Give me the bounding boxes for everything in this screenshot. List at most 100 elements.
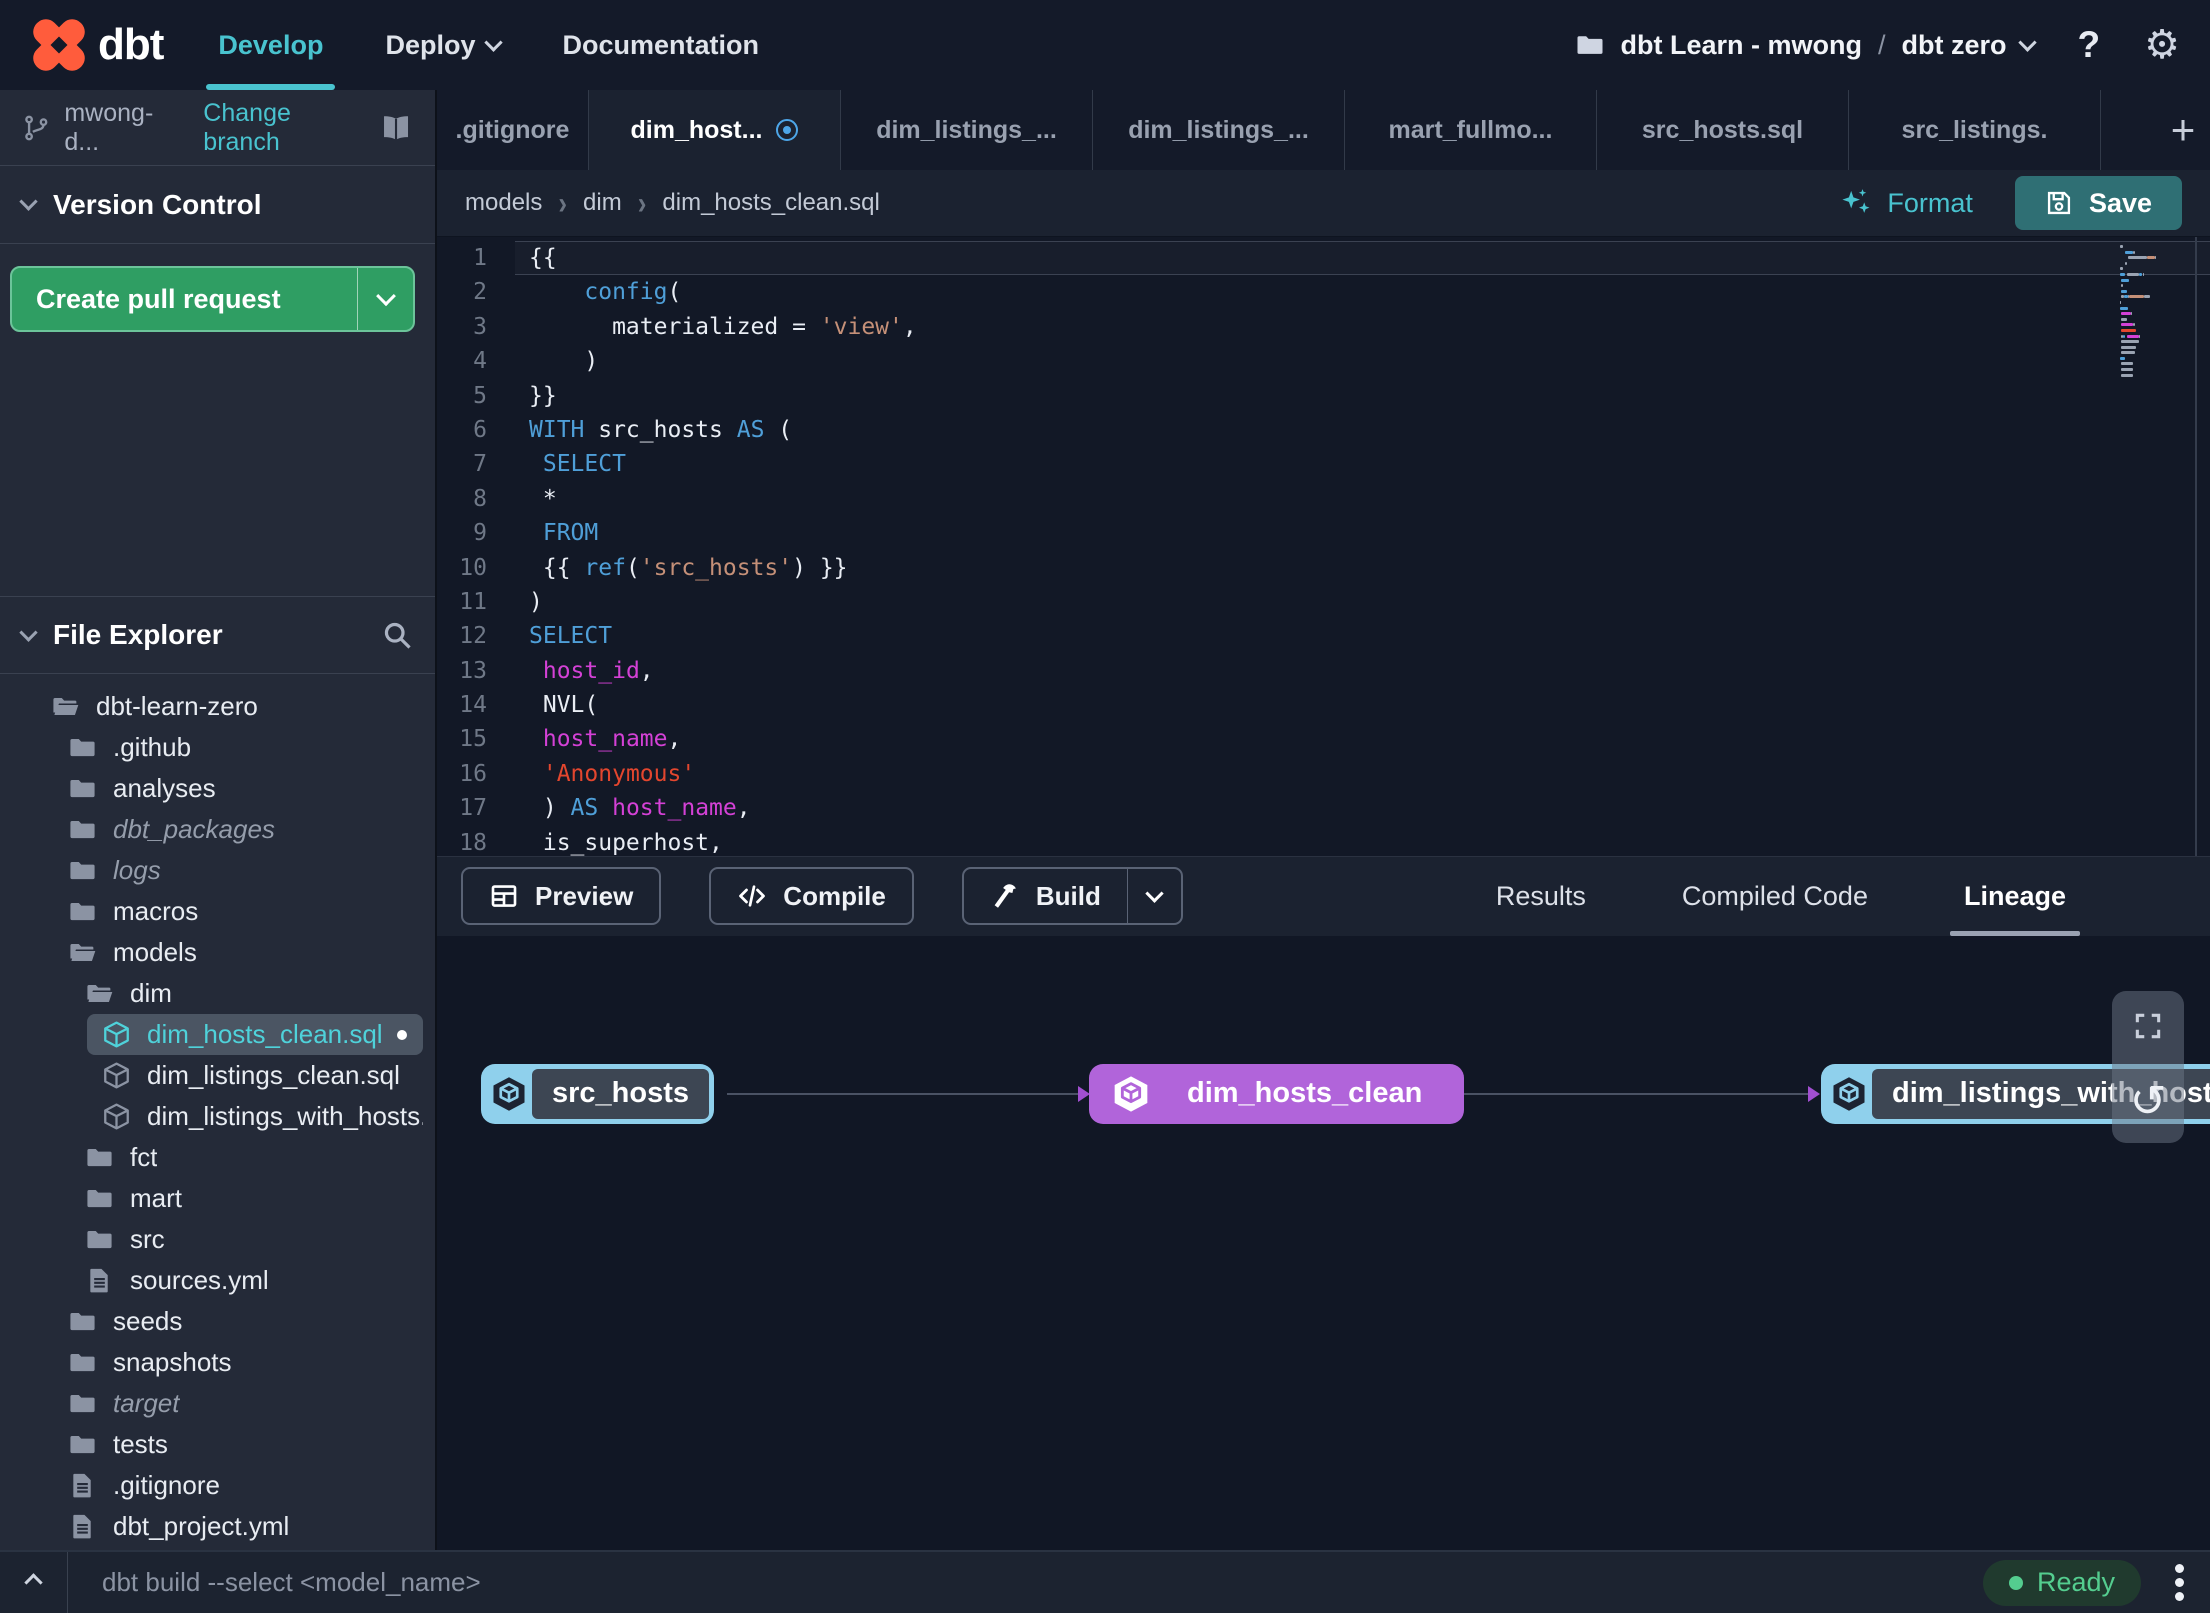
tree-item-mart[interactable]: mart: [70, 1178, 423, 1219]
tree-item-target[interactable]: target: [53, 1383, 423, 1424]
build-dropdown-button[interactable]: [1126, 869, 1181, 923]
code-text: 'Anonymous': [542, 760, 696, 787]
tab-label: src_listings.: [1901, 115, 2048, 144]
new-tab-button[interactable]: +: [2156, 90, 2210, 170]
code-line-14: 14 NVL(: [437, 688, 2210, 722]
fullscreen-icon[interactable]: [2132, 1010, 2164, 1042]
lineage-graph[interactable]: ↺ src_hosts dim_hosts_clean dim_listings_w…: [437, 935, 2210, 1550]
code-text: WITH src_hosts AS (: [529, 416, 793, 443]
nav-item-label: Deploy: [385, 29, 476, 60]
lineage-node-dim_hosts_clean[interactable]: dim_hosts_clean: [1089, 1063, 1465, 1124]
tree-item-label: dim_hosts_clean.sql: [147, 1019, 382, 1049]
lineage-node-label: src_hosts: [532, 1068, 710, 1119]
breadcrumb-item[interactable]: dim: [583, 189, 622, 217]
code-text: ): [529, 348, 599, 375]
line-number: 4: [473, 348, 487, 375]
nav-item-develop[interactable]: Develop: [206, 0, 336, 90]
tree-item-dim_listings_clean.sql[interactable]: dim_listings_clean.sql: [87, 1055, 423, 1096]
tree-item-label: src: [130, 1224, 165, 1254]
tree-item-label: fct: [130, 1142, 158, 1172]
model-cube-icon: [101, 1102, 132, 1131]
tree-item-macros[interactable]: macros: [53, 891, 423, 932]
dbt-logo[interactable]: dbt: [28, 14, 164, 76]
code-line-10: 10 {{ ref('src_hosts') }}: [437, 551, 2210, 585]
build-label: Build: [1035, 880, 1101, 911]
tree-item-dbt_packages[interactable]: dbt_packages: [53, 809, 423, 850]
save-label: Save: [2088, 187, 2152, 218]
code-text: SELECT: [529, 623, 613, 650]
file-icon: [67, 1512, 98, 1541]
tab-src_listings.[interactable]: src_listings.: [1849, 90, 2101, 170]
preview-button[interactable]: Preview: [461, 867, 662, 925]
tree-item-seeds[interactable]: seeds: [53, 1301, 423, 1342]
preview-label: Preview: [535, 880, 634, 911]
tab-dim_listings_...[interactable]: dim_listings_...: [1093, 90, 1345, 170]
tree-item-label: logs: [113, 855, 161, 885]
build-button[interactable]: Build: [961, 867, 1183, 925]
tree-item-.github[interactable]: .github: [53, 727, 423, 768]
panel-tab-results[interactable]: Results: [1496, 857, 1586, 936]
breadcrumb-item[interactable]: dim_hosts_clean.sql: [662, 189, 879, 217]
tab-mart_fullmo...[interactable]: mart_fullmo...: [1345, 90, 1597, 170]
editor-scrollbar[interactable]: [2195, 237, 2197, 856]
model-cube-icon: [1826, 1069, 1872, 1119]
tree-item-sources.yml[interactable]: sources.yml: [70, 1260, 423, 1301]
tree-item-analyses[interactable]: analyses: [53, 768, 423, 809]
kebab-menu-button[interactable]: [2171, 1560, 2188, 1605]
tree-item-dbt-learn-zero[interactable]: dbt-learn-zero: [36, 686, 423, 727]
version-control-header[interactable]: Version Control: [0, 166, 435, 244]
nav-item-deploy[interactable]: Deploy: [385, 0, 504, 90]
panel-tab-lineage[interactable]: Lineage: [1949, 857, 2081, 936]
nav-item-documentation[interactable]: Documentation: [562, 0, 759, 90]
pull-request-dropdown-button[interactable]: [357, 268, 413, 330]
lineage-node-src_hosts[interactable]: src_hosts: [481, 1063, 715, 1124]
tree-item-dim[interactable]: dim: [70, 973, 423, 1014]
create-pull-request-button[interactable]: Create pull request: [10, 266, 415, 332]
save-button[interactable]: Save: [2014, 176, 2182, 230]
tree-item-fct[interactable]: fct: [70, 1137, 423, 1178]
file-explorer-header[interactable]: File Explorer: [0, 596, 435, 674]
folder-icon: [67, 1348, 98, 1377]
format-button[interactable]: Format: [1839, 186, 1973, 220]
tree-item-src[interactable]: src: [70, 1219, 423, 1260]
search-icon[interactable]: [381, 619, 413, 651]
nav-item-label: Develop: [218, 29, 324, 60]
code-editor[interactable]: 1{{2 config(3 materialized = 'view', 4 ) 5…: [437, 236, 2210, 856]
settings-gear-button[interactable]: ⚙: [2144, 22, 2180, 68]
docs-book-icon[interactable]: [379, 112, 413, 144]
tree-item-dim_hosts_clean.sql[interactable]: dim_hosts_clean.sql: [87, 1014, 423, 1055]
editor-minimap[interactable]: [2120, 245, 2184, 379]
line-number: 18: [459, 829, 487, 856]
tab-.gitignore[interactable]: .gitignore: [437, 90, 589, 170]
refresh-icon[interactable]: ↺: [2130, 1079, 2167, 1124]
help-button[interactable]: ?: [2072, 24, 2107, 66]
code-text: config(: [584, 279, 682, 306]
code-line-1: 1 {{: [437, 241, 2210, 276]
tree-item-dim_listings_with_hosts...[interactable]: dim_listings_with_hosts...: [87, 1096, 423, 1137]
project-picker[interactable]: dbt Learn - mwong / dbt zero: [1573, 30, 2037, 61]
tab-src_hosts.sql[interactable]: src_hosts.sql: [1597, 90, 1849, 170]
tree-item-logs[interactable]: logs: [53, 850, 423, 891]
table-grid-icon: [489, 881, 519, 911]
tree-item-dbt_project.yml[interactable]: dbt_project.yml: [53, 1506, 423, 1547]
command-bar-expand-button[interactable]: [0, 1552, 68, 1613]
change-branch-link[interactable]: Change branch: [203, 99, 365, 157]
breadcrumb-separator-icon: ›: [558, 184, 568, 221]
breadcrumb: models › dim › dim_hosts_clean.sql: [465, 184, 880, 220]
panel-tab-label: Results: [1495, 880, 1586, 911]
tab-dim_host...[interactable]: dim_host...: [589, 90, 841, 170]
line-number: 3: [473, 313, 487, 340]
tree-item-label: .gitignore: [113, 1470, 220, 1500]
compile-button[interactable]: Compile: [709, 867, 914, 925]
format-label: Format: [1887, 187, 1973, 218]
tree-item-models[interactable]: models: [53, 932, 423, 973]
folder-icon: [67, 1430, 98, 1459]
tree-item-snapshots[interactable]: snapshots: [53, 1342, 423, 1383]
panel-tab-compiled-code[interactable]: Compiled Code: [1682, 857, 1868, 936]
breadcrumb-item[interactable]: models: [465, 189, 542, 217]
tree-item-.gitignore[interactable]: .gitignore: [53, 1465, 423, 1506]
tab-dim_listings_...[interactable]: dim_listings_...: [841, 90, 1093, 170]
tree-item-tests[interactable]: tests: [53, 1424, 423, 1465]
command-input[interactable]: dbt build --select <model_name>: [102, 1567, 481, 1598]
code-line-5: 5}}: [437, 379, 2210, 413]
